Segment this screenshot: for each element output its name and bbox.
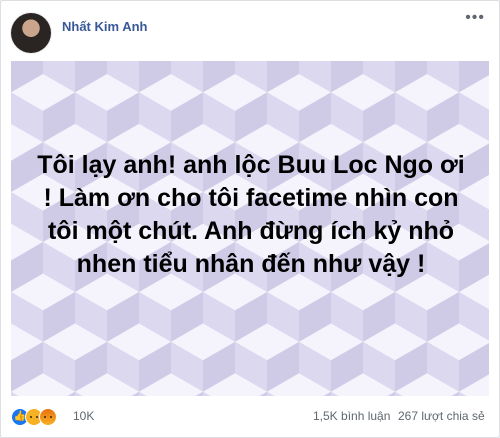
post-text: Tôi lạy anh! anh lộc Buu Loc Ngo ơi ! Là… [37, 151, 465, 278]
angry-icon[interactable] [39, 408, 57, 426]
facebook-post: Nhất Kim Anh ••• Tôi lạy anh! anh lộc Bu… [0, 0, 500, 438]
author-avatar[interactable] [11, 13, 51, 53]
post-footer: 👍 10K 1,5K bình luận 267 lượt chia sẻ [1, 406, 499, 430]
comments-count[interactable]: 1,5K bình luận [313, 409, 390, 423]
author-name[interactable]: Nhất Kim Anh [62, 19, 147, 34]
shares-count[interactable]: 267 lượt chia sẻ [398, 409, 485, 423]
more-options-icon[interactable]: ••• [465, 9, 485, 27]
reaction-count[interactable]: 10K [73, 409, 94, 423]
post-header: Nhất Kim Anh ••• [1, 1, 499, 61]
